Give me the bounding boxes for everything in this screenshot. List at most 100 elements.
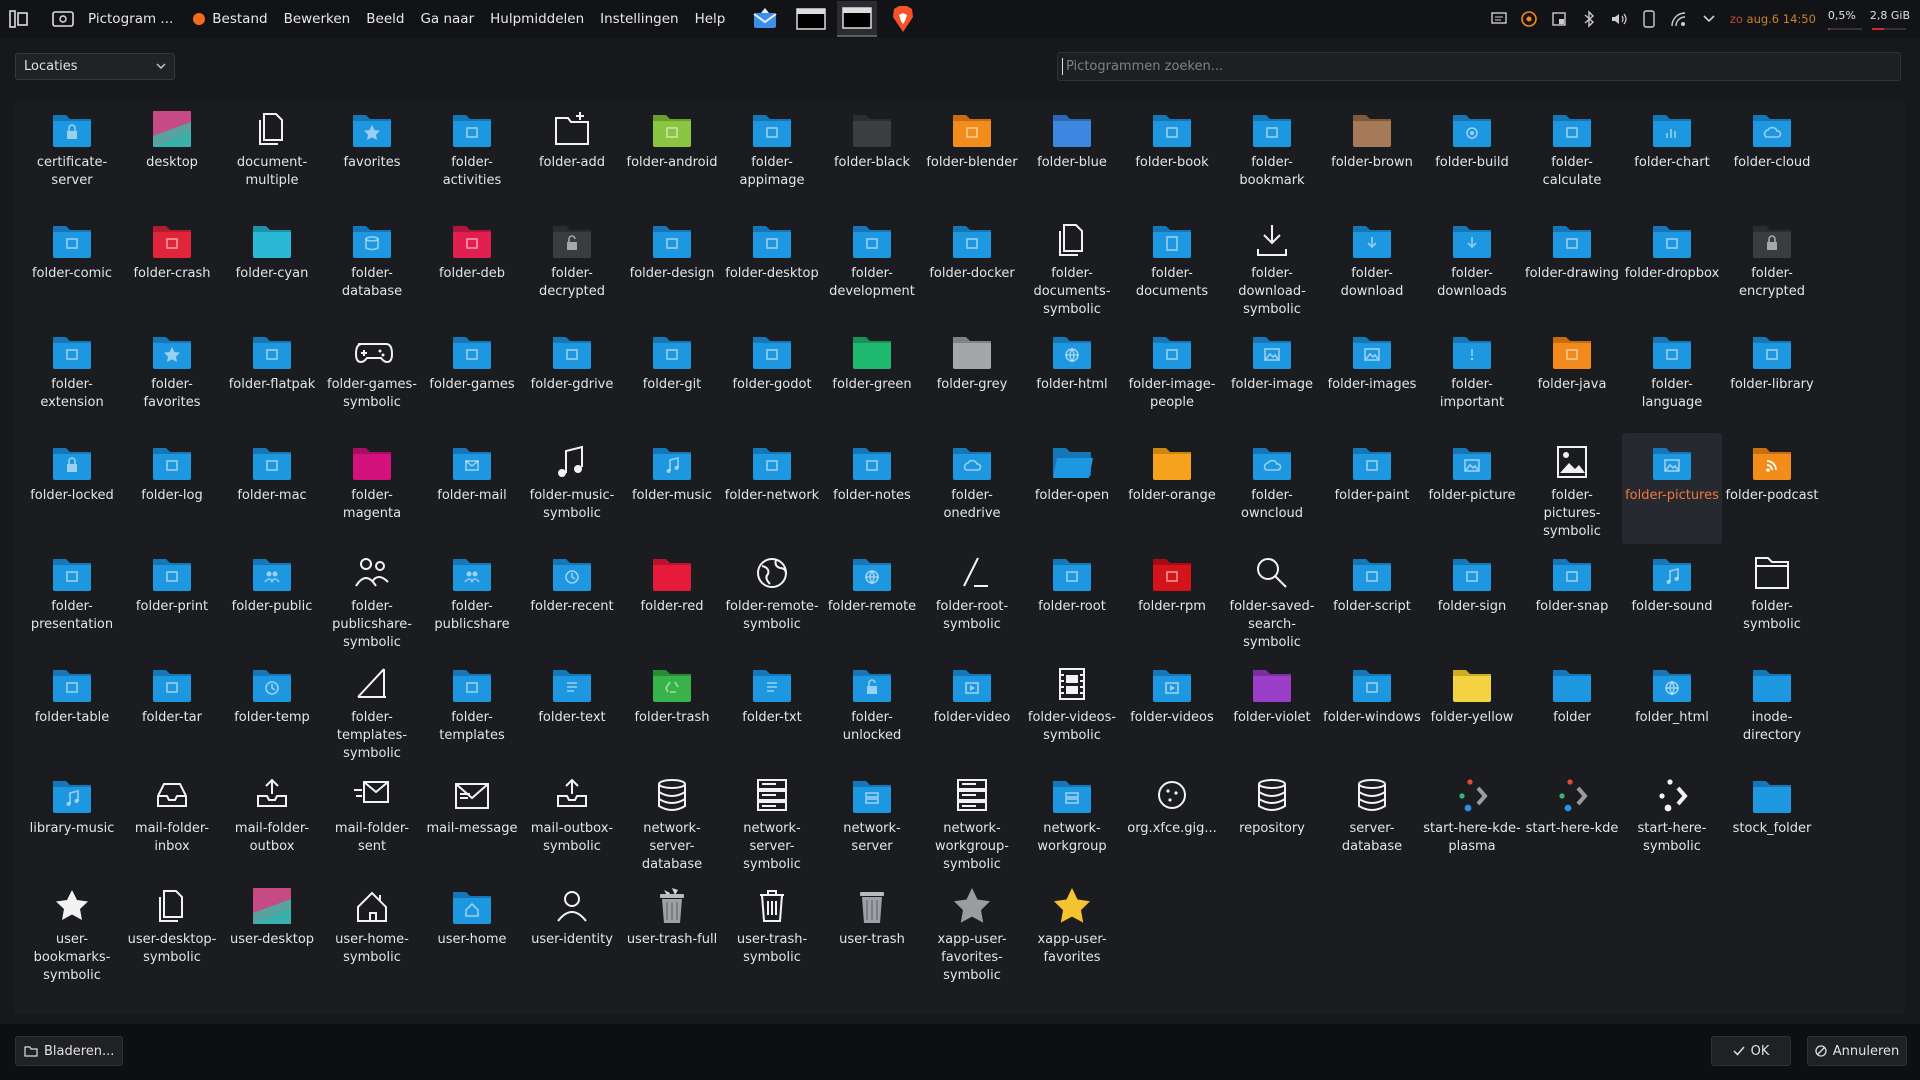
icon-search-input[interactable] bbox=[1057, 52, 1901, 81]
icon-item[interactable]: folder-docker bbox=[922, 211, 1022, 322]
task-terminal-icon[interactable] bbox=[791, 1, 831, 37]
icon-item[interactable]: folder-saved-search-symbolic bbox=[1222, 544, 1322, 655]
icon-item[interactable]: folder-rpm bbox=[1122, 544, 1222, 655]
icon-item[interactable]: folder-orange bbox=[1122, 433, 1222, 544]
icon-item[interactable]: folder-magenta bbox=[322, 433, 422, 544]
icon-item[interactable]: folder bbox=[1522, 655, 1622, 766]
icon-item[interactable]: folder-important bbox=[1422, 322, 1522, 433]
menu-hulpmiddelen[interactable]: Hulpmiddelen bbox=[490, 11, 584, 27]
icon-item[interactable]: folder-text bbox=[522, 655, 622, 766]
icon-item[interactable]: folder-mac bbox=[222, 433, 322, 544]
icon-item[interactable]: library-music bbox=[22, 766, 122, 877]
icon-item[interactable]: user-desktop-symbolic bbox=[122, 877, 222, 988]
icon-item[interactable]: folder-windows bbox=[1322, 655, 1422, 766]
icon-item[interactable]: stock_folder bbox=[1722, 766, 1822, 877]
menu-beeld[interactable]: Beeld bbox=[366, 11, 404, 27]
icon-item[interactable]: folder-videos bbox=[1122, 655, 1222, 766]
icon-item[interactable]: folder-snap bbox=[1522, 544, 1622, 655]
icon-item[interactable]: folder-remote-symbolic bbox=[722, 544, 822, 655]
icon-item[interactable]: network-workgroup-symbolic bbox=[922, 766, 1022, 877]
icon-item[interactable]: folder-cloud bbox=[1722, 100, 1822, 211]
icon-item[interactable]: inode-directory bbox=[1722, 655, 1822, 766]
icon-item[interactable]: user-home bbox=[422, 877, 522, 988]
updates-icon[interactable] bbox=[1516, 7, 1542, 31]
icon-item[interactable]: folder-cyan bbox=[222, 211, 322, 322]
task-terminal-active-icon[interactable] bbox=[837, 1, 878, 37]
icon-item[interactable]: folder-build bbox=[1422, 100, 1522, 211]
icon-item[interactable]: folder-music-symbolic bbox=[522, 433, 622, 544]
icon-item[interactable]: network-workgroup bbox=[1022, 766, 1122, 877]
expand-icon[interactable] bbox=[1696, 7, 1722, 31]
icon-item[interactable]: folder-video bbox=[922, 655, 1022, 766]
icon-item[interactable]: user-bookmarks-symbolic bbox=[22, 877, 122, 988]
menu-ga-naar[interactable]: Ga naar bbox=[420, 11, 474, 27]
icon-item[interactable]: start-here-kde bbox=[1522, 766, 1622, 877]
icon-item[interactable]: start-here-symbolic bbox=[1622, 766, 1722, 877]
icon-item[interactable]: folder-root-symbolic bbox=[922, 544, 1022, 655]
icon-item[interactable]: folder-download-symbolic bbox=[1222, 211, 1322, 322]
icon-item[interactable]: folder-development bbox=[822, 211, 922, 322]
clipboard-icon[interactable] bbox=[1546, 7, 1572, 31]
icon-item[interactable]: folder-documents-symbolic bbox=[1022, 211, 1122, 322]
locations-dropdown[interactable]: Locaties bbox=[15, 53, 175, 80]
icon-item[interactable]: folder-blue bbox=[1022, 100, 1122, 211]
icon-item[interactable]: folder-library bbox=[1722, 322, 1822, 433]
icon-item[interactable]: mail-message bbox=[422, 766, 522, 877]
icon-item[interactable]: mail-folder-inbox bbox=[122, 766, 222, 877]
icon-item[interactable]: folder-mail bbox=[422, 433, 522, 544]
icon-item[interactable]: favorites bbox=[322, 100, 422, 211]
icon-item[interactable]: network-server-symbolic bbox=[722, 766, 822, 877]
icon-item[interactable]: user-trash-symbolic bbox=[722, 877, 822, 988]
icon-item[interactable]: folder-java bbox=[1522, 322, 1622, 433]
icon-item[interactable]: folder-temp bbox=[222, 655, 322, 766]
icon-item[interactable]: desktop bbox=[122, 100, 222, 211]
ok-button[interactable]: OK bbox=[1711, 1036, 1791, 1066]
icon-item[interactable]: user-identity bbox=[522, 877, 622, 988]
icon-item[interactable]: certificate-server bbox=[22, 100, 122, 211]
icon-item[interactable]: folder-image-people bbox=[1122, 322, 1222, 433]
icon-item[interactable]: folder-green bbox=[822, 322, 922, 433]
icon-item[interactable]: folder-locked bbox=[22, 433, 122, 544]
cancel-button[interactable]: Annuleren bbox=[1807, 1036, 1907, 1066]
icon-item[interactable]: folder-bookmark bbox=[1222, 100, 1322, 211]
icon-item[interactable]: folder-calculate bbox=[1522, 100, 1622, 211]
icon-item[interactable]: folder-symbolic bbox=[1722, 544, 1822, 655]
icon-item[interactable]: folder-design bbox=[622, 211, 722, 322]
icon-item[interactable]: folder-print bbox=[122, 544, 222, 655]
icon-item[interactable]: folder-script bbox=[1322, 544, 1422, 655]
icon-item[interactable]: folder-music bbox=[622, 433, 722, 544]
icon-item[interactable]: folder-red bbox=[622, 544, 722, 655]
icon-item[interactable]: folder-open bbox=[1022, 433, 1122, 544]
icon-item[interactable]: folder-chart bbox=[1622, 100, 1722, 211]
icon-item[interactable]: document-multiple bbox=[222, 100, 322, 211]
icon-item[interactable]: network-server-database bbox=[622, 766, 722, 877]
menu-bestand[interactable]: Bestand bbox=[193, 11, 268, 27]
icon-item[interactable]: folder-templates bbox=[422, 655, 522, 766]
icon-item[interactable]: repository bbox=[1222, 766, 1322, 877]
icon-item[interactable]: folder-games bbox=[422, 322, 522, 433]
icon-item[interactable]: folder-brown bbox=[1322, 100, 1422, 211]
icon-item[interactable]: folder-documents bbox=[1122, 211, 1222, 322]
icon-item[interactable]: folder-unlocked bbox=[822, 655, 922, 766]
icon-item[interactable]: folder-remote bbox=[822, 544, 922, 655]
icon-item[interactable]: folder-decrypted bbox=[522, 211, 622, 322]
icon-item[interactable]: folder-git bbox=[622, 322, 722, 433]
icon-item[interactable]: folder-add bbox=[522, 100, 622, 211]
icon-item[interactable]: folder-html bbox=[1022, 322, 1122, 433]
icon-item[interactable]: xapp-user-favorites bbox=[1022, 877, 1122, 988]
icon-item[interactable]: folder-flatpak bbox=[222, 322, 322, 433]
icon-item[interactable]: folder-presentation bbox=[22, 544, 122, 655]
menu-help[interactable]: Help bbox=[695, 11, 726, 27]
icon-item[interactable]: user-trash bbox=[822, 877, 922, 988]
task-mail-icon[interactable] bbox=[745, 1, 785, 37]
icon-item[interactable]: folder-image bbox=[1222, 322, 1322, 433]
icon-item[interactable]: folder-sound bbox=[1622, 544, 1722, 655]
icon-item[interactable]: folder-games-symbolic bbox=[322, 322, 422, 433]
icon-item[interactable]: folder-picture bbox=[1422, 433, 1522, 544]
icon-item[interactable]: folder-pictures-symbolic bbox=[1522, 433, 1622, 544]
icon-item[interactable]: folder-podcast bbox=[1722, 433, 1822, 544]
icon-item[interactable]: folder-paint bbox=[1322, 433, 1422, 544]
icon-item[interactable]: folder-android bbox=[622, 100, 722, 211]
icon-item[interactable]: folder-drawing bbox=[1522, 211, 1622, 322]
icon-item[interactable]: folder-appimage bbox=[722, 100, 822, 211]
